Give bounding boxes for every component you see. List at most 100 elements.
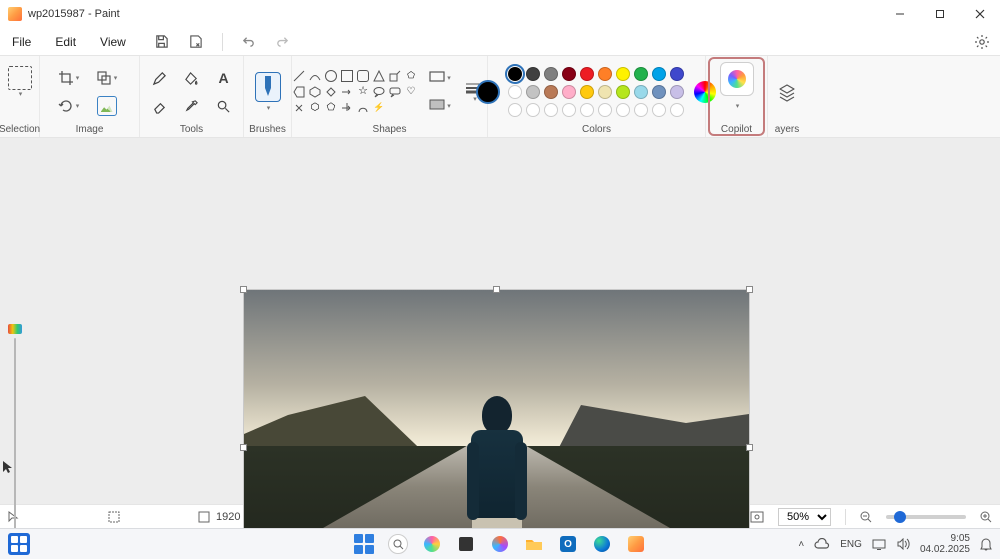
taskbar-app-icon[interactable]	[456, 534, 476, 554]
zoom-slider[interactable]	[886, 515, 966, 519]
taskbar-app-icon[interactable]	[490, 534, 510, 554]
maximize-button[interactable]	[920, 0, 960, 28]
menu-view[interactable]: View	[96, 33, 130, 51]
tray-volume-icon[interactable]	[896, 538, 910, 550]
text-tool[interactable]: A	[212, 66, 236, 90]
color-swatch[interactable]	[616, 85, 630, 99]
canvas-selection[interactable]	[244, 290, 749, 559]
color-swatch[interactable]	[508, 85, 522, 99]
color-swatch[interactable]	[634, 85, 648, 99]
zoom-slider-thumb[interactable]	[894, 511, 906, 523]
tray-cloud-icon[interactable]	[814, 538, 830, 550]
color-swatch[interactable]	[526, 67, 540, 81]
group-shapes: ⬠ ☆ ♡ ⬡ ⬠ ⚡	[292, 56, 488, 137]
chevron-down-icon: ▾	[267, 104, 271, 112]
color-swatch-empty[interactable]	[526, 103, 540, 117]
tray-language[interactable]: ENG	[840, 539, 862, 550]
color-swatch-empty[interactable]	[652, 103, 666, 117]
canvas-content	[244, 290, 749, 559]
brush-tool[interactable]: ▾	[251, 72, 285, 112]
eyedropper-tool[interactable]	[180, 94, 204, 118]
color-swatch[interactable]	[580, 85, 594, 99]
menu-file[interactable]: File	[8, 33, 35, 51]
slider-colorcap-icon	[8, 324, 22, 334]
color-swatch-empty[interactable]	[508, 103, 522, 117]
color-swatch[interactable]	[544, 67, 558, 81]
color-palette	[508, 67, 685, 118]
taskbar-edge-icon[interactable]	[592, 534, 612, 554]
color-swatch[interactable]	[598, 67, 612, 81]
resize-handle[interactable]	[240, 444, 247, 451]
resize-handle[interactable]	[493, 286, 500, 293]
rotate-tool[interactable]: ▾	[57, 94, 81, 118]
zoom-out-button[interactable]	[860, 511, 872, 523]
color-swatch-empty[interactable]	[544, 103, 558, 117]
brush-size-slider[interactable]	[8, 338, 22, 554]
layers-button[interactable]	[776, 81, 798, 103]
color-swatch[interactable]	[598, 85, 612, 99]
start-button[interactable]	[354, 534, 374, 554]
color-swatch-empty[interactable]	[634, 103, 648, 117]
eraser-tool[interactable]	[148, 94, 172, 118]
taskbar-copilot-icon[interactable]	[422, 534, 442, 554]
shapes-gallery[interactable]: ⬠ ☆ ♡ ⬡ ⬠ ⚡	[293, 70, 418, 115]
taskbar-outlook-icon[interactable]: O	[558, 534, 578, 554]
crop-tool[interactable]: ▾	[57, 66, 81, 90]
zoom-select[interactable]: 50%	[778, 508, 831, 526]
color-swatch[interactable]	[508, 67, 522, 81]
group-tools: A Tools	[140, 56, 244, 137]
close-button[interactable]	[960, 0, 1000, 28]
tray-clock[interactable]: 9:05 04.02.2025	[920, 533, 970, 555]
shape-outline-button[interactable]: ▾	[428, 66, 452, 90]
menu-edit[interactable]: Edit	[51, 33, 80, 51]
color-swatch[interactable]	[652, 67, 666, 81]
resize-handle[interactable]	[746, 286, 753, 293]
resize-handle[interactable]	[746, 444, 753, 451]
save-icon[interactable]	[154, 34, 170, 50]
zoom-in-button[interactable]	[980, 511, 992, 523]
slider-track	[14, 338, 16, 554]
color-swatch-empty[interactable]	[598, 103, 612, 117]
clock-time: 9:05	[920, 533, 970, 544]
tray-network-icon[interactable]	[872, 538, 886, 550]
color-swatch-empty[interactable]	[562, 103, 576, 117]
color-swatch[interactable]	[670, 67, 684, 81]
color-swatch[interactable]	[544, 85, 558, 99]
minimize-button[interactable]	[880, 0, 920, 28]
resize-handle[interactable]	[240, 286, 247, 293]
color-swatch-empty[interactable]	[670, 103, 684, 117]
copilot-button[interactable]	[720, 62, 754, 96]
shape-fill-button[interactable]: ▾	[428, 94, 452, 118]
taskbar-explorer-icon[interactable]	[524, 534, 544, 554]
settings-gear-icon[interactable]	[974, 34, 990, 50]
color-swatch[interactable]	[634, 67, 648, 81]
color-swatch[interactable]	[562, 67, 576, 81]
pencil-tool[interactable]	[148, 66, 172, 90]
selection-tool[interactable]: ▾	[3, 62, 37, 102]
undo-icon[interactable]	[241, 34, 257, 50]
workspace[interactable]	[0, 138, 1000, 504]
canvas[interactable]	[244, 290, 749, 559]
color-swatch[interactable]	[652, 85, 666, 99]
color-swatch[interactable]	[562, 85, 576, 99]
fill-tool[interactable]	[180, 66, 204, 90]
taskbar-search[interactable]	[388, 534, 408, 554]
color-swatch[interactable]	[670, 85, 684, 99]
magnifier-tool[interactable]	[212, 94, 236, 118]
color-swatch-empty[interactable]	[616, 103, 630, 117]
taskbar-paint-icon[interactable]	[626, 534, 646, 554]
color-swatch[interactable]	[580, 67, 594, 81]
color-swatch[interactable]	[526, 85, 540, 99]
color-swatch[interactable]	[616, 67, 630, 81]
start-button-alt[interactable]	[8, 533, 30, 555]
tray-notifications-icon[interactable]	[980, 537, 992, 551]
redo-icon[interactable]	[275, 34, 291, 50]
ribbon: ▾ Selection ▾ ▾ ▾ Image A	[0, 56, 1000, 138]
save-as-icon[interactable]	[188, 34, 204, 50]
color-swatch-empty[interactable]	[580, 103, 594, 117]
fit-to-window-button[interactable]	[750, 511, 764, 523]
tray-chevron-icon[interactable]: ˄	[798, 539, 804, 550]
color1-swatch[interactable]	[476, 80, 500, 104]
image-import-tool[interactable]	[95, 94, 119, 118]
resize-tool[interactable]: ▾	[95, 66, 119, 90]
